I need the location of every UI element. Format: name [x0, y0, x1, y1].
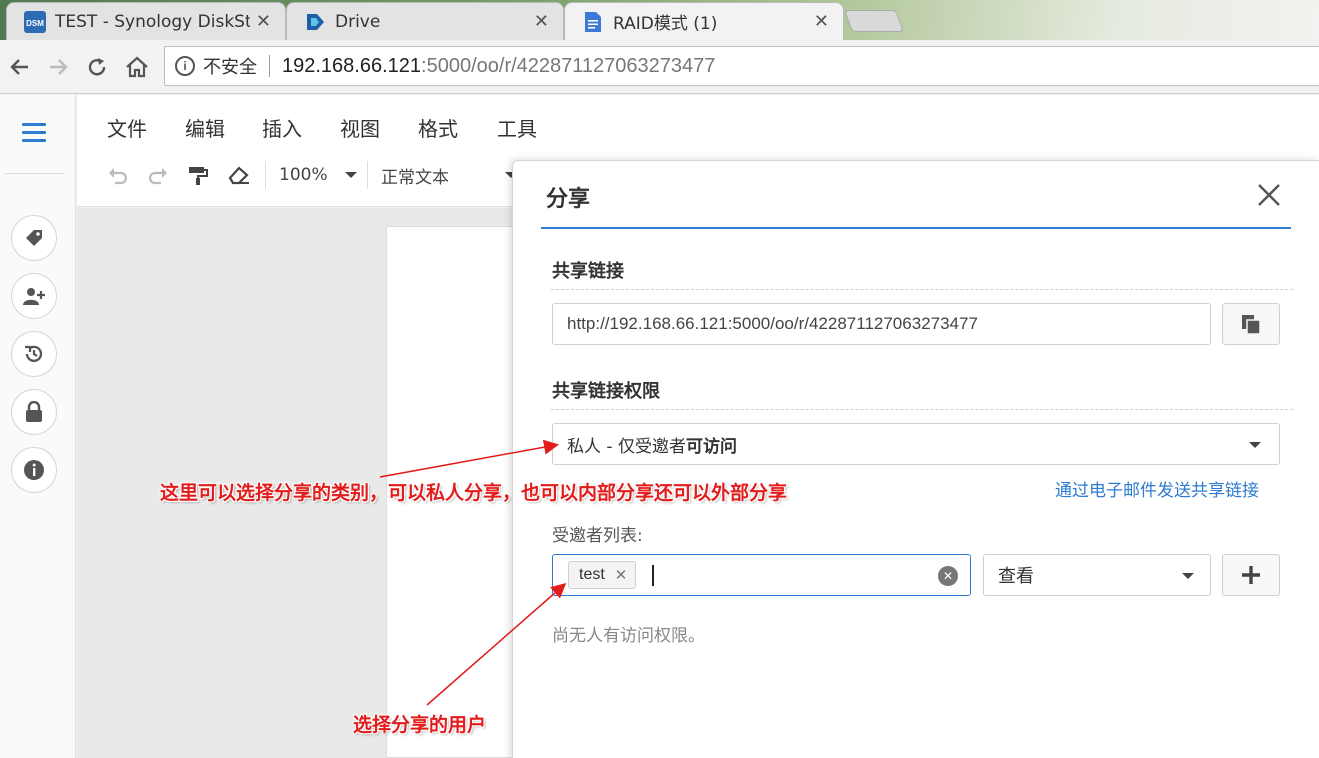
close-icon[interactable]: ✕: [534, 11, 549, 32]
history-icon: [25, 345, 43, 362]
menu-icon[interactable]: [22, 123, 46, 143]
share-panel: 分享 共享链接 http://192.168.66.121:5000/oo/r/…: [512, 160, 1319, 758]
tab-title: RAID模式 (1): [613, 14, 718, 34]
forward-button[interactable]: [44, 52, 74, 82]
paragraph-style-value: 正常文本: [381, 167, 449, 188]
clear-input-icon[interactable]: ✕: [938, 566, 958, 586]
zoom-select[interactable]: 100%: [279, 161, 359, 189]
menu-edit[interactable]: 编辑: [185, 113, 225, 142]
copy-link-button[interactable]: [1222, 303, 1280, 345]
chevron-down-icon: [345, 172, 357, 178]
toolbar-separator: [367, 161, 368, 189]
no-access-message: 尚无人有访问权限。: [552, 626, 705, 646]
rail-divider: [5, 173, 65, 174]
redo-icon: [148, 168, 167, 185]
invitee-input[interactable]: test ✕ ✕: [552, 554, 971, 596]
zoom-value: 100%: [279, 165, 328, 185]
menu-format[interactable]: 格式: [418, 113, 458, 142]
menu-insert[interactable]: 插入: [262, 113, 302, 142]
text-cursor: [652, 565, 654, 586]
share-link-field[interactable]: http://192.168.66.121:5000/oo/r/42287112…: [552, 303, 1211, 345]
section-divider: [551, 409, 1293, 410]
chevron-down-icon: [1249, 442, 1261, 448]
reload-icon: [88, 58, 106, 76]
close-button[interactable]: [1255, 181, 1283, 209]
tab-drive[interactable]: Drive ✕: [286, 2, 564, 40]
paint-roller-icon: [189, 167, 208, 185]
link-permission-heading: 共享链接权限: [552, 381, 660, 402]
home-icon: [126, 56, 148, 78]
document-icon: [581, 10, 605, 34]
add-user-button[interactable]: [11, 273, 57, 319]
lock-icon: [26, 401, 42, 422]
permission-bold: 可访问: [685, 436, 737, 457]
paragraph-style-select[interactable]: 正常文本: [381, 161, 521, 189]
invitee-chip-label: test: [579, 566, 605, 583]
share-title: 分享: [546, 187, 591, 212]
tab-raid-document[interactable]: RAID模式 (1) ✕: [564, 2, 844, 40]
close-icon[interactable]: ✕: [814, 11, 829, 32]
invitee-list-label: 受邀者列表:: [552, 526, 643, 546]
add-user-icon: [23, 288, 45, 305]
link-permission-select[interactable]: 私人 - 仅受邀者 可访问: [552, 423, 1280, 465]
title-underline: [541, 227, 1291, 229]
menu-tools[interactable]: 工具: [497, 113, 537, 142]
back-button[interactable]: [4, 52, 34, 82]
history-button[interactable]: [11, 331, 57, 377]
section-divider: [551, 289, 1293, 290]
arrow-left-icon: [10, 59, 28, 75]
undo-icon: [109, 168, 128, 185]
info-icon[interactable]: i: [175, 56, 195, 76]
annotation-select-user: 选择分享的用户: [353, 714, 487, 736]
remove-chip-icon[interactable]: ✕: [615, 566, 628, 584]
info-button[interactable]: [11, 447, 57, 493]
svg-text:DSM: DSM: [26, 19, 44, 28]
email-share-link[interactable]: 通过电子邮件发送共享链接: [1055, 476, 1259, 501]
new-tab-button[interactable]: [843, 10, 905, 32]
paint-format-button[interactable]: [187, 161, 209, 189]
menu-view[interactable]: 视图: [340, 113, 380, 142]
chevron-down-icon: [1182, 573, 1194, 579]
drive-icon: [303, 10, 327, 34]
close-icon: [1258, 184, 1280, 206]
role-value: 查看: [998, 566, 1034, 587]
reload-button[interactable]: [82, 52, 112, 82]
annotation-share-category: 这里可以选择分享的类别，可以私人分享，也可以内部分享还可以外部分享: [160, 482, 788, 504]
copy-icon: [1242, 315, 1261, 335]
share-link-heading: 共享链接: [552, 261, 624, 282]
clear-format-button[interactable]: [227, 161, 251, 189]
address-host: 192.168.66.121: [282, 54, 422, 77]
dsm-icon: DSM: [23, 10, 47, 34]
browser-tab-strip: DSM TEST - Synology DiskSt ✕ Drive ✕ RAI…: [0, 0, 1319, 40]
tag-button[interactable]: [11, 215, 57, 261]
invitee-chip[interactable]: test ✕: [568, 561, 637, 589]
toolbar-separator: [265, 161, 266, 189]
role-select[interactable]: 查看: [983, 554, 1211, 596]
insecure-label: 不安全: [203, 57, 257, 78]
undo-button[interactable]: [107, 161, 129, 189]
tab-title: TEST - Synology DiskSt: [55, 11, 250, 32]
address-separator: [269, 55, 270, 77]
info-icon: [24, 460, 44, 480]
home-button[interactable]: [122, 52, 152, 82]
lock-button[interactable]: [11, 389, 57, 435]
redo-button[interactable]: [147, 161, 169, 189]
left-rail: [0, 95, 76, 758]
tab-synology[interactable]: DSM TEST - Synology DiskSt ✕: [6, 2, 286, 40]
tag-icon: [26, 230, 42, 246]
address-bar[interactable]: i 不安全 192.168.66.121 :5000/oo/r/42287112…: [164, 46, 1319, 86]
add-invitee-button[interactable]: [1222, 554, 1280, 596]
tab-title: Drive: [335, 11, 381, 32]
address-path: :5000/oo/r/422871127063273477: [421, 54, 716, 77]
permission-prefix: 私人 - 仅受邀者: [567, 436, 686, 457]
close-icon[interactable]: ✕: [256, 11, 271, 32]
arrow-right-icon: [50, 59, 68, 75]
eraser-icon: [228, 166, 249, 185]
browser-toolbar: i 不安全 192.168.66.121 :5000/oo/r/42287112…: [0, 40, 1319, 94]
menu-file[interactable]: 文件: [107, 113, 147, 142]
plus-icon: [1242, 566, 1260, 584]
